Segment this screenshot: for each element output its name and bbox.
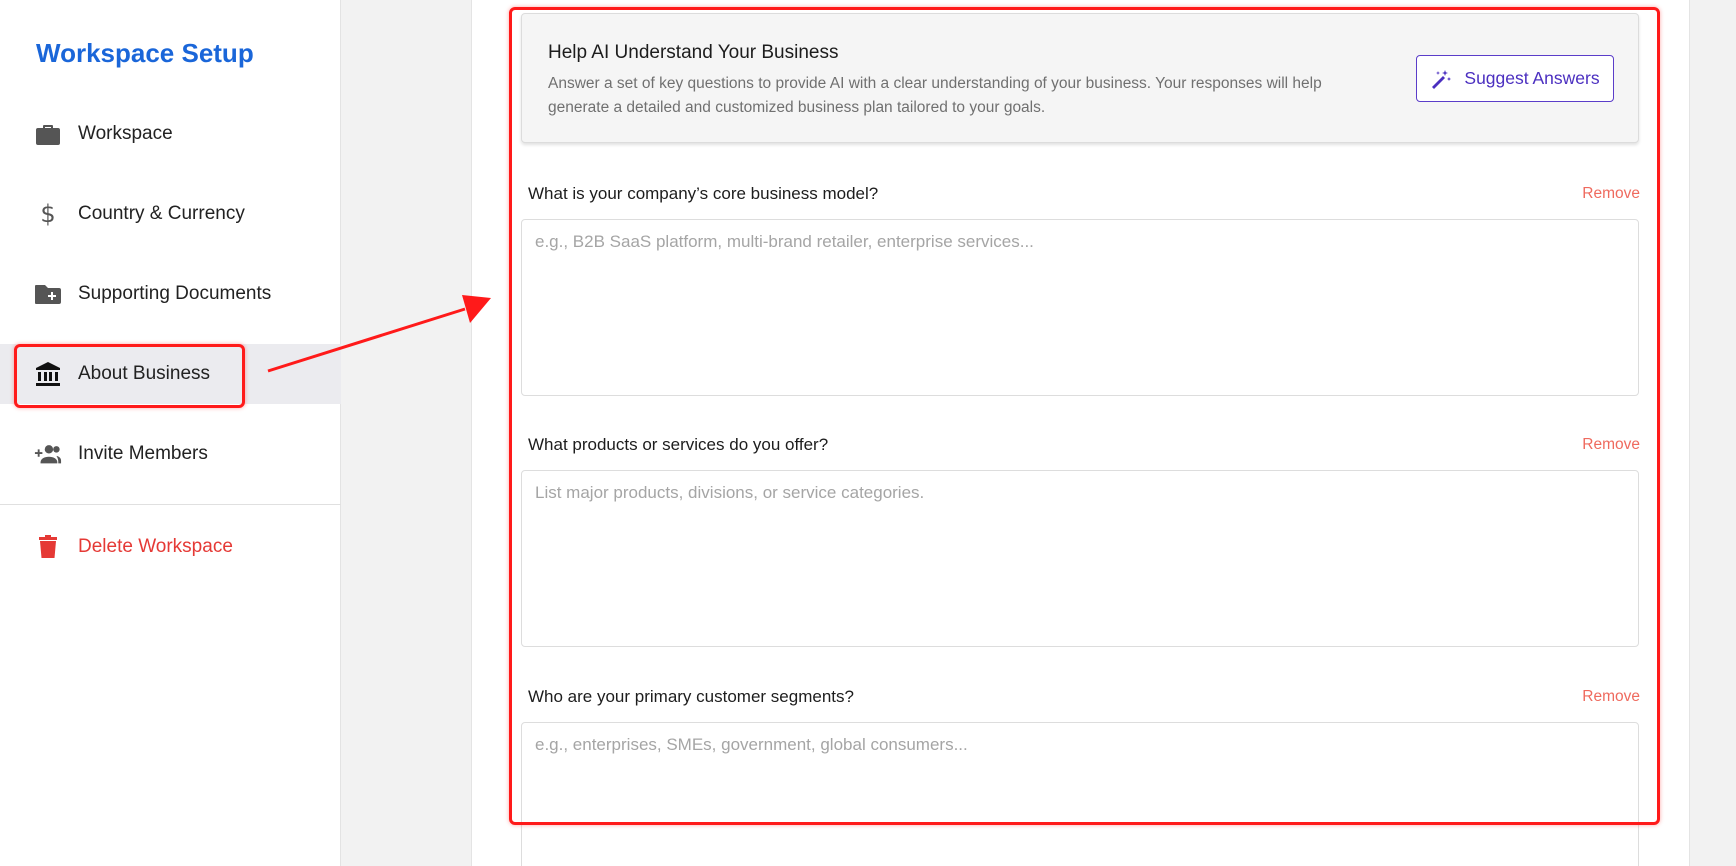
sidebar-item-label: Country & Currency <box>78 203 245 224</box>
folder-plus-icon <box>34 280 62 308</box>
briefcase-icon <box>34 120 62 148</box>
remove-question-button[interactable]: Remove <box>1582 436 1640 454</box>
question-label: What is your company’s core business mod… <box>528 184 879 203</box>
info-card: Help AI Understand Your Business Answer … <box>521 13 1639 143</box>
suggest-answers-label: Suggest Answers <box>1464 68 1600 88</box>
sidebar-item-workspace[interactable]: Workspace <box>0 104 341 164</box>
info-card-description: Answer a set of key questions to provide… <box>548 75 1322 116</box>
sidebar: Workspace Setup Workspace $ Country & Cu… <box>0 0 341 866</box>
sidebar-item-label: Supporting Documents <box>78 283 272 304</box>
info-card-title: Help AI Understand Your Business <box>548 42 839 63</box>
sidebar-title: Workspace Setup <box>36 38 254 68</box>
remove-question-button[interactable]: Remove <box>1582 185 1640 203</box>
bank-icon <box>34 360 62 388</box>
question-label: What products or services do you offer? <box>528 435 829 454</box>
dollar-icon: $ <box>34 200 62 228</box>
suggest-answers-button[interactable]: Suggest Answers <box>1416 55 1614 102</box>
question-label: Who are your primary customer segments? <box>528 687 854 706</box>
sidebar-item-label: About Business <box>78 363 211 384</box>
question-answer-field[interactable] <box>521 470 1639 647</box>
sidebar-item-about-business[interactable]: About Business <box>0 344 341 404</box>
sidebar-item-label: Workspace <box>78 123 173 144</box>
question-answer-field[interactable] <box>521 219 1639 396</box>
magic-wand-icon <box>1430 69 1464 89</box>
sidebar-item-supporting-documents[interactable]: Supporting Documents <box>0 264 341 324</box>
remove-question-button[interactable]: Remove <box>1582 688 1640 706</box>
trash-icon <box>34 533 62 561</box>
sidebar-item-country-currency[interactable]: $ Country & Currency <box>0 184 341 244</box>
sidebar-item-label: Invite Members <box>78 443 208 464</box>
sidebar-item-invite-members[interactable]: Invite Members <box>0 424 341 484</box>
sidebar-divider <box>0 504 341 505</box>
delete-workspace-label: Delete Workspace <box>78 536 233 557</box>
question-answer-field[interactable] <box>521 722 1639 866</box>
delete-workspace-button[interactable]: Delete Workspace <box>0 517 341 577</box>
svg-text:$: $ <box>40 201 55 227</box>
person-add-icon <box>34 440 62 468</box>
